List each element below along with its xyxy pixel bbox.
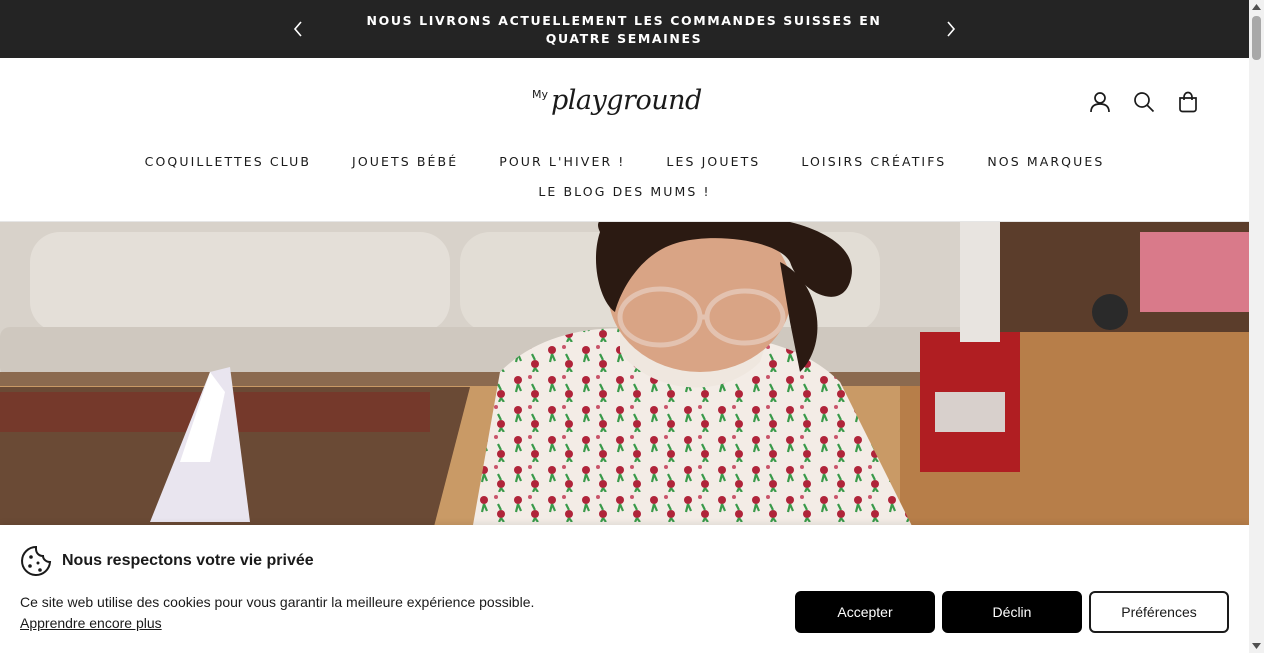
nav-item-pour-l-hiver[interactable]: POUR L'HIVER ! [499,154,625,169]
scroll-up-button[interactable] [1249,0,1264,14]
search-icon [1134,92,1155,113]
cookie-preferences-button[interactable]: Préférences [1089,591,1229,633]
nav-item-les-jouets[interactable]: LES JOUETS [666,154,760,169]
nav-row-primary: COQUILLETTES CLUB JOUETS BÉBÉ POUR L'HIV… [0,146,1249,176]
scroll-down-button[interactable] [1249,639,1264,653]
cookie-icon [20,545,52,577]
cart-button[interactable] [1176,90,1200,114]
account-icon [1090,92,1110,113]
page-scrollbar[interactable] [1249,0,1264,653]
hero-banner [0,222,1249,542]
announcement-message: NOUS LIVRONS ACTUELLEMENT LES COMMANDES … [366,13,882,46]
cookie-description: Ce site web utilise des cookies pour vou… [20,594,535,610]
nav-item-nos-marques[interactable]: NOS MARQUES [987,154,1104,169]
announcement-bar: NOUS LIVRONS ACTUELLEMENT LES COMMANDES … [0,0,1249,58]
main-navigation: COQUILLETTES CLUB JOUETS BÉBÉ POUR L'HIV… [0,146,1249,206]
cart-bag-icon [1179,91,1197,113]
logo-main-text: playground [551,86,702,116]
nav-row-secondary: LE BLOG DES MUMS ! [0,176,1249,206]
cookie-learn-more-link[interactable]: Apprendre encore plus [20,615,162,631]
cookie-accept-button[interactable]: Accepter [795,591,935,633]
logo-mark: My playground [532,85,702,116]
nav-item-jouets-bebe[interactable]: JOUETS BÉBÉ [352,154,458,169]
account-button[interactable] [1088,90,1112,114]
scrollbar-thumb[interactable] [1252,16,1261,60]
nav-item-loisirs-creatifs[interactable]: LOISIRS CRÉATIFS [801,154,946,169]
chevron-right-icon [947,21,956,37]
cookie-decline-button[interactable]: Déclin [942,591,1082,633]
site-header: My playground COQUILLETTES CLUB JOUETS B… [0,58,1249,222]
header-actions [1088,90,1200,114]
logo[interactable]: My playground [532,85,716,120]
hero-photo [0,222,1249,542]
nav-item-blog-des-mums[interactable]: LE BLOG DES MUMS ! [538,184,710,199]
nav-item-coquillettes-club[interactable]: COQUILLETTES CLUB [145,154,311,169]
scroll-up-arrow-icon [1252,4,1261,10]
cookie-banner: Nous respectons votre vie privée Ce site… [0,525,1249,653]
chevron-left-icon [293,21,302,37]
scroll-down-arrow-icon [1252,643,1261,649]
page: NOUS LIVRONS ACTUELLEMENT LES COMMANDES … [0,0,1249,653]
logo-small-text: My [532,88,548,101]
announcement-prev-button[interactable] [286,17,310,41]
search-button[interactable] [1132,90,1156,114]
cookie-title: Nous respectons votre vie privée [62,552,314,569]
announcement-next-button[interactable] [939,17,963,41]
